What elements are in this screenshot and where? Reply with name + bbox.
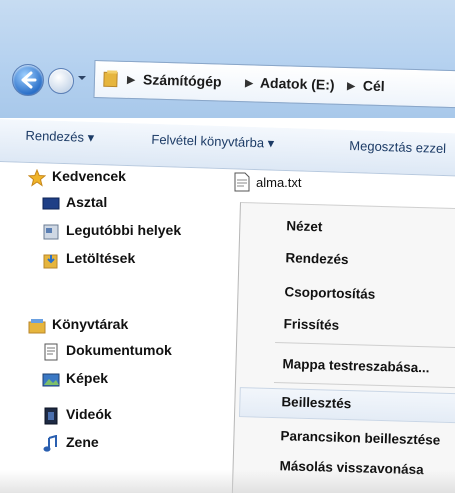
menu-separator [273, 382, 455, 389]
folder-icon [103, 70, 118, 88]
sidebar-item-label: Dokumentumok [66, 342, 172, 358]
sidebar-item-label: Letöltések [66, 250, 136, 266]
sidebar-item-label: Zene [66, 434, 99, 450]
back-button[interactable] [12, 64, 44, 96]
explorer-window: ▶ Számítógép ▶ Adatok (E:) ▶ Cél Rendezé… [0, 0, 455, 493]
menu-item-paste[interactable]: Beillesztés [238, 387, 455, 424]
file-name: alma.txt [256, 175, 302, 190]
recent-places-icon [43, 224, 59, 240]
sidebar-item-label: Kedvencek [52, 168, 126, 184]
sidebar-item-label: Videók [66, 406, 112, 422]
sidebar-item-label: Asztal [66, 194, 108, 210]
sidebar-item-label: Könyvtárak [52, 316, 129, 332]
downloads-folder-icon [43, 254, 58, 269]
navigation-bar: ▶ Számítógép ▶ Adatok (E:) ▶ Cél [0, 0, 455, 118]
share-label: Megosztás ezzel [349, 137, 447, 157]
file-list[interactable]: alma.txt Nézet Rendezés Csoportosítás Fr… [231, 170, 455, 493]
videos-icon [44, 407, 58, 425]
back-arrow-icon [21, 71, 37, 89]
include-in-library-button[interactable]: Felvétel könyvtárba ▾ [151, 132, 274, 152]
share-button[interactable]: Megosztás ezzel [349, 138, 446, 156]
breadcrumb-separator-icon: ▶ [126, 73, 136, 87]
star-icon [28, 169, 46, 187]
pictures-icon [42, 373, 60, 387]
sidebar-item-label: Legutóbbi helyek [66, 222, 182, 238]
menu-item-paste-label: Beillesztés [281, 394, 352, 412]
sidebar-item-label: Képek [66, 370, 109, 386]
menu-item-group[interactable]: Csoportosítás [284, 284, 375, 302]
text-file-icon [234, 172, 250, 192]
address-bar[interactable]: ▶ Számítógép ▶ Adatok (E:) ▶ Cél [93, 60, 455, 109]
libraries-icon [28, 319, 46, 334]
chevron-down-icon[interactable] [77, 74, 87, 82]
menu-item-customize-folder[interactable]: Mappa testreszabása... [282, 356, 429, 375]
breadcrumb-drive[interactable]: Adatok (E:) [260, 75, 335, 93]
forward-button[interactable] [48, 68, 74, 94]
breadcrumb-separator-icon: ▶ [346, 80, 356, 93]
organize-button[interactable]: Rendezés ▾ [25, 128, 94, 146]
breadcrumb-folder[interactable]: Cél [363, 78, 385, 95]
desktop-icon [42, 197, 60, 210]
documents-icon [44, 343, 58, 361]
menu-item-sort[interactable]: Rendezés [285, 250, 348, 267]
context-menu: Nézet Rendezés Csoportosítás Frissítés M… [231, 202, 455, 493]
breadcrumb-computer[interactable]: Számítógép [143, 71, 222, 89]
music-note-icon [43, 435, 57, 452]
navigation-pane: Kedvencek Asztal Legutóbbi helyek Letölt… [28, 165, 233, 485]
menu-item-view[interactable]: Nézet [286, 218, 322, 234]
breadcrumb-separator-icon: ▶ [244, 77, 254, 90]
menu-separator [275, 342, 455, 349]
organize-label: Rendezés [25, 127, 85, 145]
menu-item-paste-shortcut[interactable]: Parancsikon beillesztése [280, 428, 440, 447]
page-shadow [0, 470, 455, 493]
menu-item-refresh[interactable]: Frissítés [283, 316, 339, 333]
include-library-label: Felvétel könyvtárba [151, 131, 265, 151]
